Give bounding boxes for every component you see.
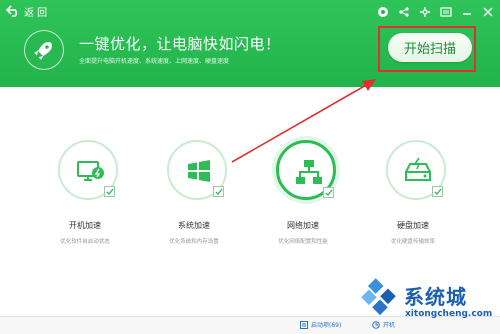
boot-speedup-checkbox[interactable] <box>104 186 115 197</box>
boot-speedup-title: 开机加速 <box>69 221 101 230</box>
network-speedup-ring <box>276 140 336 200</box>
subline: 全面提升电脑开机速度、系统速度、上网速度、硬盘速度 <box>79 58 230 65</box>
system-speedup-ring <box>167 140 227 200</box>
watermark-logo <box>361 278 396 316</box>
system-speedup-title: 系统加速 <box>178 221 210 230</box>
monitor-boost-icon <box>77 161 104 181</box>
close-icon[interactable] <box>482 3 494 17</box>
disk-speedup-checkbox[interactable] <box>432 186 443 197</box>
network-speedup-desc: 优化网络配置和性能 <box>278 239 328 245</box>
boot-speedup-ring <box>58 140 118 200</box>
watermark-url: xitongcheng.com <box>405 309 493 319</box>
skin-icon[interactable] <box>377 3 389 17</box>
list-icon <box>300 320 308 329</box>
share-icon[interactable] <box>398 3 410 17</box>
disk-speedup-desc: 优化硬盘传输效率 <box>390 239 435 245</box>
harddisk-icon <box>405 157 431 181</box>
system-speedup-checkbox[interactable] <box>213 186 224 197</box>
startup-items-link[interactable]: 启动项(69) <box>300 320 341 329</box>
watermark-brand: 系统城 <box>404 285 467 309</box>
back-label: 返 回 <box>24 7 48 19</box>
menu-icon[interactable] <box>440 3 452 17</box>
system-speedup-desc: 优化系统和内存设置 <box>169 239 219 245</box>
startup-items-label: 启动项(69) <box>311 322 342 329</box>
settings-icon[interactable] <box>419 3 431 17</box>
windows-icon <box>188 160 210 182</box>
annotation-highlight-box <box>378 26 476 72</box>
rocket-icon <box>24 30 64 70</box>
watermark: 系统城 xitongcheng.com <box>360 278 500 328</box>
disk-speedup-title: 硬盘加速 <box>397 221 429 230</box>
disk-speedup-ring <box>386 140 446 200</box>
minimize-icon[interactable] <box>461 3 473 15</box>
window-controls <box>377 3 494 17</box>
network-speedup-checkbox[interactable] <box>323 187 334 198</box>
back-arrow-icon <box>6 5 18 17</box>
headline: 一键优化，让电脑快如闪电！ <box>79 35 281 53</box>
boot-speedup-desc: 优化软件自启动状态 <box>60 239 110 245</box>
network-icon <box>296 160 322 184</box>
back-button[interactable]: 返 回 <box>6 2 47 20</box>
network-speedup-title: 网络加速 <box>287 221 319 230</box>
